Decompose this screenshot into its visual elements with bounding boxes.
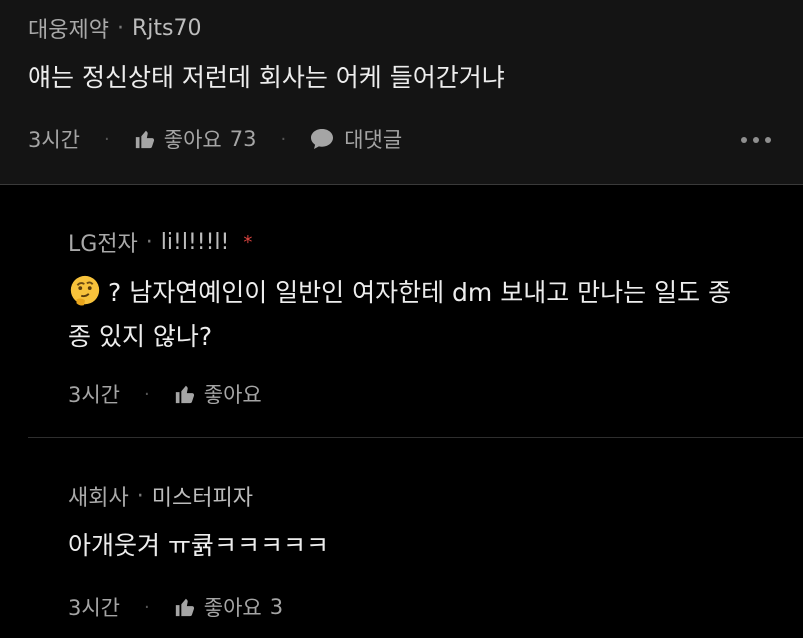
comment-author: LG전자 · li!l!!!l! *	[68, 226, 252, 258]
separator-dot: ·	[136, 483, 144, 509]
author-company[interactable]: 새회사	[68, 480, 129, 512]
reply-label: 대댓글	[344, 128, 403, 152]
thumbs-up-icon	[175, 598, 194, 617]
comment-author: 대웅제약 · Rjts70	[28, 12, 201, 44]
like-button[interactable]: 좋아요 73	[134, 124, 257, 154]
reply-button[interactable]: 대댓글	[310, 124, 402, 154]
comment-time: 3시간	[68, 596, 121, 620]
reply-text-line-2: 종 있지 않나?	[68, 322, 213, 351]
divider	[28, 437, 803, 438]
separator-dot: ·	[280, 128, 287, 150]
like-label: 좋아요	[163, 128, 222, 152]
separator-dot: ·	[104, 128, 110, 150]
comment-text: 얘는 정신상태 저런데 회사는 어케 들어간거냐	[28, 63, 505, 92]
chat-bubble-icon	[311, 129, 334, 149]
thumbs-up-icon	[135, 130, 154, 149]
author-nickname[interactable]: li!l!!!l!	[161, 230, 230, 255]
like-count: 3	[269, 595, 284, 619]
comment-author: 새회사 · 미스터피자	[68, 480, 253, 512]
like-label: 좋아요	[203, 383, 262, 407]
separator-dot: ·	[116, 15, 124, 41]
comment-text: 아개웃겨 ㅠ큙ㅋㅋㅋㅋㅋ	[68, 531, 329, 560]
author-company[interactable]: 대웅제약	[28, 12, 109, 44]
comment-time: 3시간	[68, 383, 121, 407]
author-company[interactable]: LG전자	[68, 226, 138, 258]
more-dot	[765, 137, 771, 143]
comment-time: 3시간	[28, 128, 81, 152]
reply-text-line-1: ? 남자연예인이 일반인 여자한테 dm 보내고 만나는 일도 종	[108, 278, 732, 307]
like-label: 좋아요	[203, 596, 262, 620]
more-dot	[753, 137, 759, 143]
like-button[interactable]: 좋아요	[174, 379, 262, 409]
divider	[0, 184, 803, 185]
comment-actions: 3시간 · 좋아요	[68, 379, 262, 409]
author-nickname[interactable]: Rjts70	[132, 16, 201, 41]
comment-actions: 3시간 · 좋아요 73 · 대댓글	[28, 124, 402, 154]
thumbs-up-icon	[175, 385, 194, 404]
thinking-face-icon	[70, 275, 100, 306]
more-options-button[interactable]	[735, 137, 771, 143]
comment-actions: 3시간 · 좋아요 3	[68, 592, 283, 622]
like-button[interactable]: 좋아요 3	[174, 592, 283, 622]
comment-text: ? 남자연예인이 일반인 여자한테 dm 보내고 만나는 일도 종 종 있지 않…	[68, 271, 731, 359]
more-dot	[741, 137, 747, 143]
separator-dot: ·	[144, 596, 150, 618]
separator-dot: ·	[144, 383, 150, 405]
author-nickname[interactable]: 미스터피자	[152, 480, 253, 512]
like-count: 73	[229, 127, 257, 151]
author-star-badge: *	[243, 231, 253, 253]
separator-dot: ·	[145, 229, 153, 255]
